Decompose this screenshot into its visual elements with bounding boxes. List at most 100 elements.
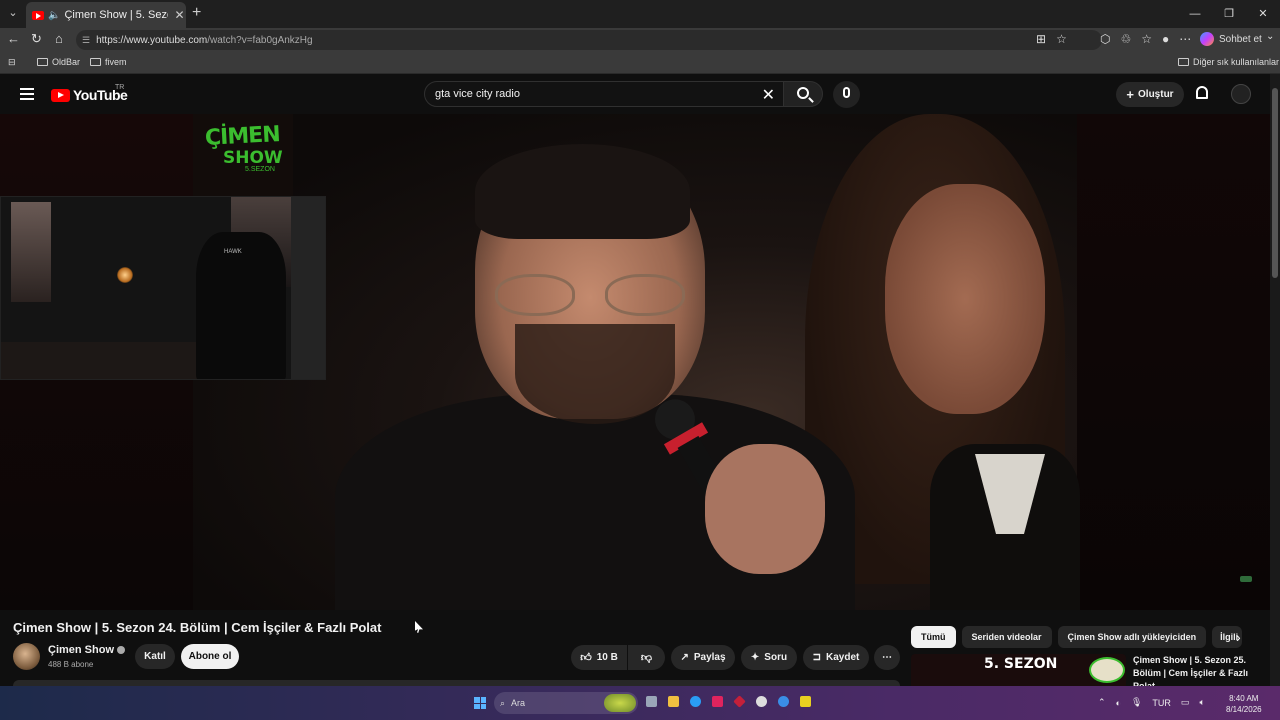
close-window-button[interactable]: ✕ xyxy=(1246,0,1280,28)
share-button[interactable]: ↗ Paylaş xyxy=(671,645,735,670)
bookmarks-menu-icon[interactable]: ⊟ xyxy=(8,57,16,68)
extensions-icon[interactable]: ⬡ xyxy=(1100,32,1110,46)
network-icon[interactable]: ▭ xyxy=(1181,697,1190,708)
tab-actions-menu-icon[interactable]: ⌄ xyxy=(4,4,22,22)
subscribe-button[interactable]: Abone ol xyxy=(181,644,239,669)
microphone-icon xyxy=(843,87,850,98)
plus-icon: + xyxy=(1126,87,1135,102)
window-controls: — ❐ ✕ xyxy=(1178,0,1280,28)
profile-icon[interactable]: ● xyxy=(1162,32,1169,46)
tray-app-icon[interactable]: ◐ xyxy=(1116,698,1121,708)
app-icon-blue[interactable] xyxy=(778,696,789,707)
windows-taskbar: ⌕ Ara ⌃ ◐ 🎙︎ TUR ▭ 🔈︎ 8:40 AM 8/14/2026 xyxy=(0,686,1280,720)
folder-icon xyxy=(37,58,48,66)
site-info-icon[interactable]: ☰ xyxy=(82,35,90,46)
webcam-wall xyxy=(291,197,325,379)
more-actions-button[interactable]: ⋯ xyxy=(874,645,900,670)
voice-search-button[interactable] xyxy=(833,81,860,108)
guest-man-hand xyxy=(705,444,825,574)
webcam-overlay: HAWK xyxy=(0,196,326,380)
sidebar-toggle-icon[interactable]: ⌄ xyxy=(1266,31,1274,42)
bookmark-icon: ⊐ xyxy=(812,652,822,663)
save-label: Kaydet xyxy=(826,652,860,663)
copilot-button[interactable]: Sohbet et xyxy=(1200,32,1262,46)
save-button[interactable]: ⊐ Kaydet xyxy=(803,645,869,670)
address-actions: ⊞ ☆ xyxy=(1036,32,1067,46)
minimize-button[interactable]: — xyxy=(1178,0,1212,28)
share-icon: ↗ xyxy=(680,652,689,663)
favorites-icon[interactable]: ☆ xyxy=(1141,32,1152,46)
close-tab-icon[interactable]: ✕ xyxy=(174,8,184,22)
video-player[interactable]: ÇİMEN SHOW 5.SEZON HAWK xyxy=(0,114,1270,610)
thumbs-up-icon: 👍︎ xyxy=(580,652,592,664)
address-toolbar: ← ↻ ⌂ ☰ https://www.youtube.com/watch?v=… xyxy=(0,28,1280,52)
dislike-button[interactable]: 👎︎ xyxy=(628,645,665,670)
volume-icon[interactable]: 🔈︎ xyxy=(1199,697,1204,708)
search-icon xyxy=(797,87,809,99)
taskbar-clock[interactable]: 8:40 AM 8/14/2026 xyxy=(1226,693,1262,715)
channel-watermark-icon[interactable] xyxy=(1240,576,1252,582)
app-icon-yellow[interactable] xyxy=(800,696,811,707)
new-tab-button[interactable]: + xyxy=(192,4,201,22)
clear-search-icon[interactable]: ✕ xyxy=(762,85,775,105)
clock-date: 8/14/2026 xyxy=(1226,705,1262,714)
taskbar-search[interactable]: ⌕ Ara xyxy=(494,692,638,714)
ask-button[interactable]: ✦ Soru xyxy=(741,645,797,670)
channel-avatar[interactable] xyxy=(13,643,40,670)
notifications-bell-icon[interactable] xyxy=(1196,86,1208,99)
url-text: https://www.youtube.com/watch?v=fab0gAnk… xyxy=(96,34,313,46)
folder-icon xyxy=(1178,58,1189,66)
start-button[interactable] xyxy=(474,697,486,709)
join-button[interactable]: Katıl xyxy=(135,644,175,669)
address-bar[interactable]: ☰ https://www.youtube.com/watch?v=fab0gA… xyxy=(76,30,1102,50)
taskbar-search-placeholder: Ara xyxy=(511,698,526,708)
refresh-button[interactable]: ↻ xyxy=(31,31,42,47)
bookmark-oldbar[interactable]: OldBar xyxy=(37,57,80,67)
browser-toolbar-icons: ⬡ ♲ ☆ ● ⋯ xyxy=(1100,32,1191,46)
app-icon-white[interactable] xyxy=(756,696,767,707)
settings-more-icon[interactable]: ⋯ xyxy=(1179,32,1191,46)
chip-uploader[interactable]: Çimen Show adlı yükleyiciden xyxy=(1057,626,1207,648)
page-scrollbar[interactable] xyxy=(1270,74,1280,686)
task-view-icon[interactable] xyxy=(646,696,657,707)
youtube-masthead: YouTube TR gta vice city radio ✕ + Oluştu… xyxy=(0,74,1270,114)
folder-icon xyxy=(90,58,101,66)
tab-youtube[interactable]: 🔈 Çimen Show | 5. Sezon 24. Bö ✕ xyxy=(26,2,186,28)
chip-series[interactable]: Seriden videolar xyxy=(961,626,1052,648)
like-button[interactable]: 👍︎ 10 B xyxy=(571,645,627,670)
taskbar-apps xyxy=(646,695,811,708)
language-indicator[interactable]: TUR xyxy=(1152,698,1171,708)
account-avatar[interactable] xyxy=(1231,84,1251,104)
cimen-show-logo: ÇİMEN SHOW 5.SEZON xyxy=(193,114,293,196)
search-value: gta vice city radio xyxy=(435,88,520,100)
create-button[interactable]: + Oluştur xyxy=(1116,82,1184,107)
app-icon-diamond[interactable] xyxy=(733,695,746,708)
browser-essentials-icon[interactable]: ♲ xyxy=(1120,32,1131,46)
home-button[interactable]: ⌂ xyxy=(55,31,63,46)
favorite-star-icon[interactable]: ☆ xyxy=(1056,32,1067,46)
thumbnail-logo-badge xyxy=(1089,657,1125,683)
recommended-video-thumbnail[interactable]: 5. SEZON xyxy=(911,654,1126,686)
edge-browser-icon[interactable] xyxy=(690,696,701,707)
back-button[interactable]: ← xyxy=(7,31,20,46)
show-hidden-icons[interactable]: ⌃ xyxy=(1098,697,1106,708)
search-input[interactable]: gta vice city radio ✕ xyxy=(424,81,784,107)
search-button[interactable] xyxy=(783,81,823,107)
speaker-icon[interactable]: 🔈 xyxy=(48,10,60,21)
other-bookmarks[interactable]: Diğer sık kullanılanlar xyxy=(1178,57,1279,67)
app-available-icon[interactable]: ⊞ xyxy=(1036,32,1046,46)
subscriber-count: 488 B abone xyxy=(48,660,94,669)
chip-all[interactable]: Tümü xyxy=(911,626,956,648)
bookmark-fivem[interactable]: fivem xyxy=(90,57,127,67)
ask-label: Soru xyxy=(764,652,788,663)
menu-icon[interactable] xyxy=(20,88,34,100)
file-explorer-icon[interactable] xyxy=(668,696,679,707)
channel-name[interactable]: Çimen Show xyxy=(48,644,126,656)
app-icon-red[interactable] xyxy=(712,696,723,707)
tray-mic-icon[interactable]: 🎙︎ xyxy=(1131,697,1142,708)
scrollbar-thumb[interactable] xyxy=(1272,88,1278,278)
share-label: Paylaş xyxy=(693,652,726,663)
restore-button[interactable]: ❐ xyxy=(1212,0,1246,28)
webcam-window xyxy=(11,202,51,302)
chevron-right-icon[interactable]: › xyxy=(1236,629,1241,645)
